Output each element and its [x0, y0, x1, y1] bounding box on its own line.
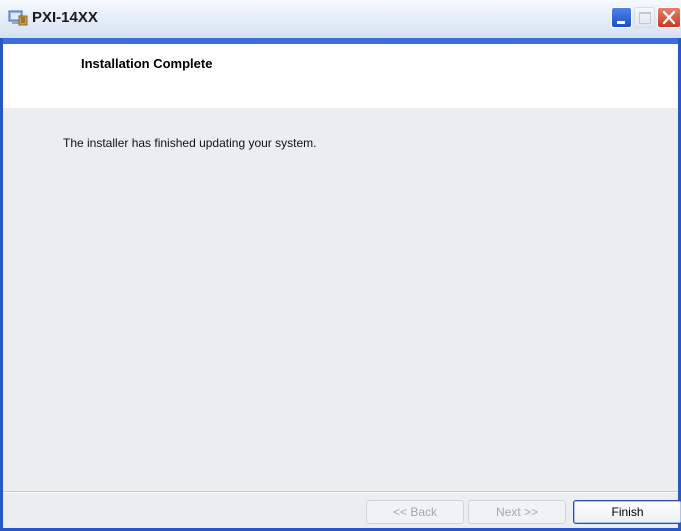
finish-button[interactable]: Finish — [573, 500, 681, 524]
minimize-button[interactable] — [611, 7, 632, 28]
maximize-button — [634, 7, 655, 28]
close-button[interactable] — [657, 7, 681, 28]
footer-divider — [3, 491, 678, 493]
next-button: Next >> — [468, 500, 566, 524]
back-button: << Back — [366, 500, 464, 524]
window-title: PXI-14XX — [32, 9, 98, 26]
close-icon — [662, 10, 676, 25]
title-bar[interactable]: PXI-14XX — [0, 0, 681, 38]
completion-message: The installer has finished updating your… — [63, 136, 317, 150]
installer-icon — [8, 9, 28, 27]
page-title: Installation Complete — [81, 56, 213, 71]
installer-window: PXI-14XX Installation Complete The insta… — [0, 0, 681, 531]
wizard-header: Installation Complete — [3, 44, 678, 108]
